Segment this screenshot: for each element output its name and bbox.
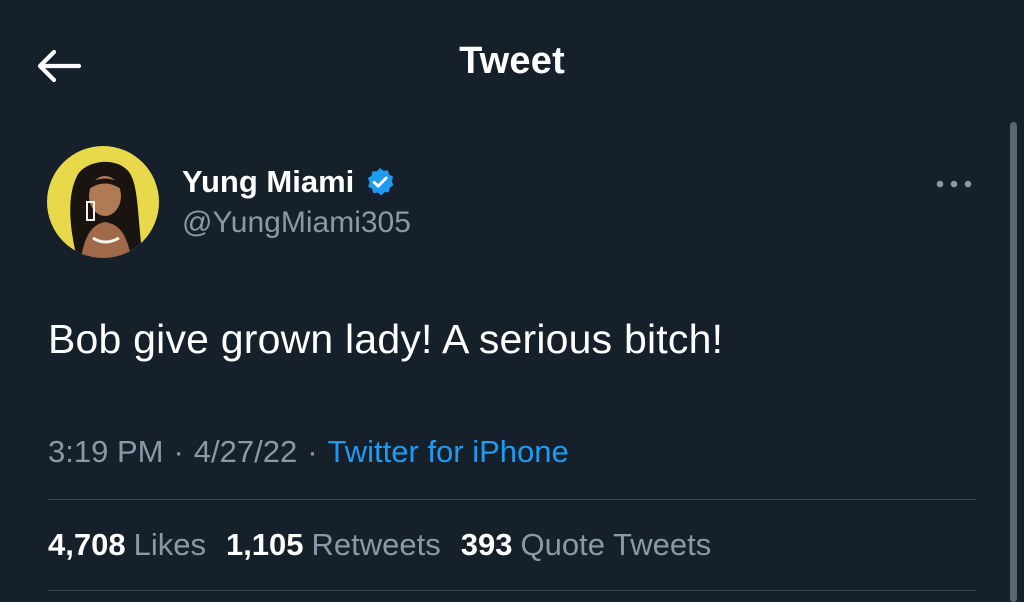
tweet-text: Bob give grown lady! A serious bitch! bbox=[48, 316, 724, 362]
author-handle[interactable]: @YungMiami305 bbox=[182, 206, 411, 240]
author-display-name[interactable]: Yung Miami bbox=[182, 164, 396, 200]
divider bbox=[48, 499, 976, 500]
tweet-stats: 4,708 Likes 1,105 Retweets 393 Quote Tweets bbox=[48, 527, 731, 563]
likes-count: 4,708 bbox=[48, 527, 126, 562]
tweet-meta: 3:19 PM · 4/27/22 · Twitter for iPhone bbox=[48, 434, 569, 470]
quote-tweets-label: Quote Tweets bbox=[520, 527, 712, 562]
verified-badge-icon bbox=[364, 166, 396, 198]
likes-label: Likes bbox=[133, 527, 206, 562]
retweets-count: 1,105 bbox=[225, 527, 304, 562]
scrollbar[interactable] bbox=[1010, 122, 1017, 602]
display-name-text: Yung Miami bbox=[182, 164, 355, 199]
page-title: Tweet bbox=[459, 40, 565, 82]
quote-tweets-stat[interactable]: 393 Quote Tweets bbox=[461, 527, 711, 563]
likes-stat[interactable]: 4,708 Likes bbox=[48, 527, 206, 563]
meta-separator: · bbox=[173, 434, 184, 469]
retweets-stat[interactable]: 1,105 Retweets bbox=[226, 527, 441, 563]
tweet-date: 4/27/22 bbox=[193, 434, 298, 469]
avatar-image bbox=[47, 146, 159, 258]
divider bbox=[48, 590, 976, 591]
more-horizontal-icon bbox=[936, 180, 972, 188]
tweet-time: 3:19 PM bbox=[48, 434, 164, 469]
tweet-source-link[interactable]: Twitter for iPhone bbox=[328, 434, 569, 469]
avatar[interactable] bbox=[47, 146, 159, 258]
retweets-label: Retweets bbox=[311, 527, 441, 562]
quote-tweets-count: 393 bbox=[460, 527, 513, 562]
meta-separator: · bbox=[307, 434, 318, 469]
top-bar: Tweet bbox=[0, 0, 1024, 130]
more-options-button[interactable] bbox=[932, 170, 976, 198]
